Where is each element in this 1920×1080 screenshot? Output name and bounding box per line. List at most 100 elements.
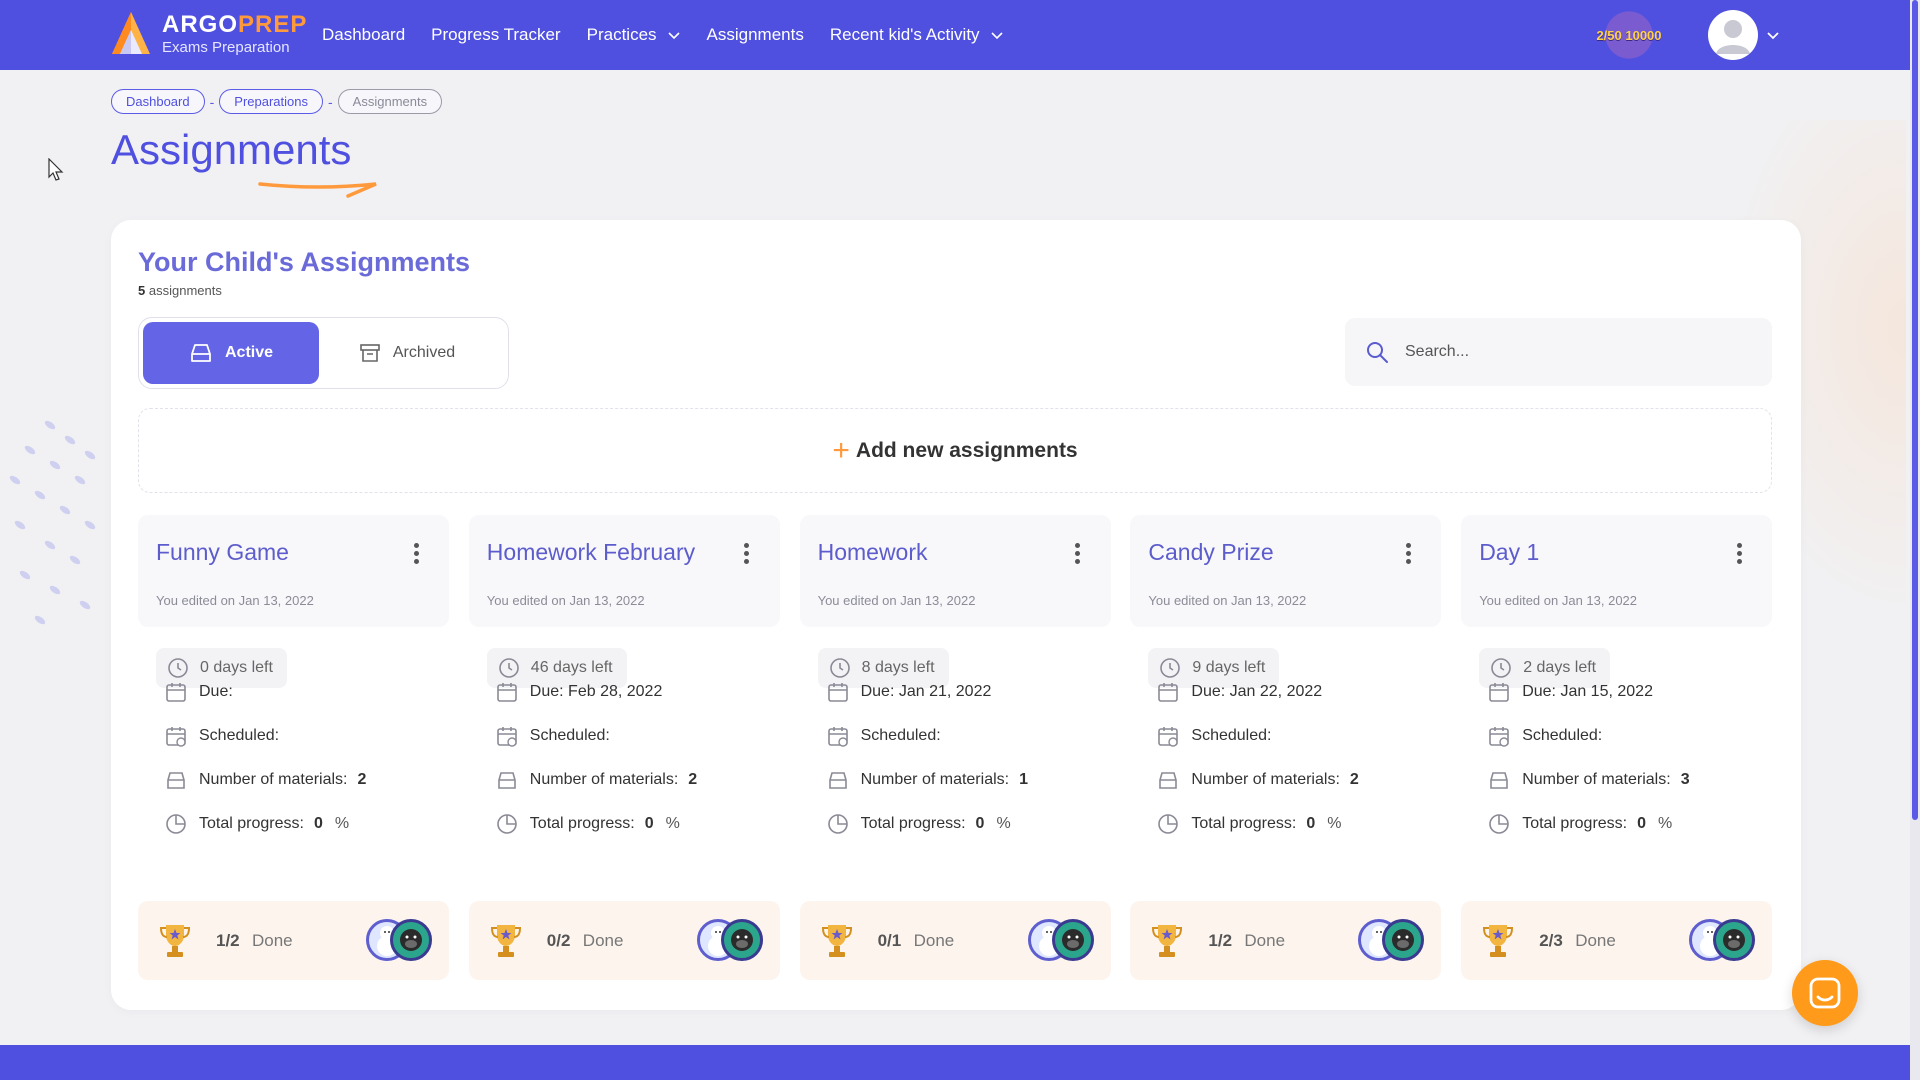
assignment-cards: Funny Game You edited on Jan 13, 2022 0 … <box>138 515 1773 980</box>
student-avatars[interactable] <box>1027 919 1094 963</box>
progress-label: Total progress: <box>1191 815 1297 832</box>
due-label: Due: <box>860 683 895 700</box>
search-icon <box>1367 342 1388 363</box>
calendar-icon <box>496 683 517 702</box>
card-header: Homework You edited on Jan 13, 2022 <box>799 515 1111 627</box>
materials-label: Number of materials: <box>199 771 348 788</box>
assignment-title[interactable]: Day 1 <box>1479 539 1539 566</box>
assignment-tabs: Active Archived <box>138 317 509 389</box>
score-badge[interactable]: 2/50 10000 <box>1590 10 1668 60</box>
nav-dashboard[interactable]: Dashboard <box>322 25 405 45</box>
scheduled-row: Scheduled: <box>1488 725 1607 747</box>
chat-support-button[interactable] <box>1792 960 1858 1026</box>
days-left-text: 8 days left <box>861 659 935 676</box>
progress-row: Total progress: 0% <box>827 813 1011 835</box>
pie-chart-icon <box>1489 814 1509 834</box>
gorilla-avatar-icon <box>400 929 422 951</box>
assignment-title[interactable]: Funny Game <box>156 539 289 566</box>
more-options-icon[interactable] <box>406 541 426 567</box>
scrollbar-thumb[interactable] <box>1912 0 1918 820</box>
more-options-icon[interactable] <box>1729 541 1749 567</box>
edited-date: You edited on Jan 13, 2022 <box>156 593 314 608</box>
assignment-card[interactable]: Candy Prize You edited on Jan 13, 2022 9… <box>1130 515 1442 980</box>
calendar-clock-icon <box>166 727 186 747</box>
materials-row: Number of materials: 1 <box>827 769 1028 791</box>
progress-value: 0 <box>313 815 323 832</box>
student-avatar <box>1051 919 1094 961</box>
student-avatars[interactable] <box>696 919 763 963</box>
clock-icon <box>498 658 519 678</box>
more-options-icon[interactable] <box>737 541 757 567</box>
assignment-title[interactable]: Homework <box>818 539 928 566</box>
card-footer: 0/1 Done <box>799 901 1111 980</box>
trophy-icon <box>1152 925 1183 957</box>
student-avatars[interactable] <box>366 919 432 963</box>
nav-recent-activity[interactable]: Recent kid's Activity <box>830 25 1004 45</box>
due-row: Due: Feb 28, 2022 <box>496 681 662 703</box>
assignment-card[interactable]: Homework You edited on Jan 13, 2022 8 da… <box>799 515 1111 980</box>
tab-archived[interactable]: Archived <box>319 322 495 384</box>
nav-progress-tracker[interactable]: Progress Tracker <box>431 25 560 45</box>
search-input[interactable] <box>1405 343 1745 361</box>
pie-chart-icon <box>166 814 186 834</box>
assignment-card[interactable]: Day 1 You edited on Jan 13, 2022 2 days … <box>1461 515 1773 980</box>
calendar-icon <box>1489 683 1509 702</box>
breadcrumb-dashboard[interactable]: Dashboard <box>111 89 205 114</box>
progress-value: 0 <box>644 815 654 832</box>
materials-row: Number of materials: 2 <box>496 769 697 791</box>
main-nav: Dashboard Progress Tracker Practices Ass… <box>322 0 1030 70</box>
done-label: Done <box>913 931 955 950</box>
days-left-text: 9 days left <box>1192 659 1266 676</box>
user-avatar[interactable] <box>1708 10 1758 60</box>
progress-value: 0 <box>1637 815 1647 832</box>
clock-icon <box>829 658 850 678</box>
inbox-icon <box>191 344 211 362</box>
argoprep-logo[interactable]: ARGOPREP Exams Preparation <box>110 8 310 60</box>
top-navigation-bar: ARGOPREP Exams Preparation Dashboard Pro… <box>0 0 1910 70</box>
trophy-icon <box>159 925 191 957</box>
materials-label: Number of materials: <box>1522 771 1671 788</box>
assignment-title[interactable]: Homework February <box>487 539 695 566</box>
clock-icon <box>168 658 188 678</box>
scheduled-row: Scheduled: <box>165 725 284 747</box>
nav-assignments[interactable]: Assignments <box>707 25 804 45</box>
assignment-card[interactable]: Homework February You edited on Jan 13, … <box>468 515 780 980</box>
materials-row: Number of materials: 2 <box>1157 769 1359 791</box>
assignment-title[interactable]: Candy Prize <box>1148 539 1273 566</box>
calendar-icon <box>827 683 848 702</box>
title-underline-swoosh <box>258 182 377 198</box>
progress-row: Total progress: 0% <box>496 813 680 835</box>
edited-date: You edited on Jan 13, 2022 <box>1479 593 1638 608</box>
materials-row: Number of materials: 3 <box>1488 769 1690 791</box>
more-options-icon[interactable] <box>1398 541 1418 567</box>
card-footer: 1/2 Done <box>1130 901 1442 980</box>
pie-chart-icon <box>827 814 848 834</box>
clock-icon <box>1160 658 1181 678</box>
user-icon <box>1716 20 1750 54</box>
materials-count: 2 <box>357 771 367 788</box>
trophy-icon <box>821 925 852 957</box>
due-row: Due: Jan 15, 2022 <box>1488 681 1653 703</box>
pie-chart-icon <box>1158 814 1179 834</box>
materials-icon <box>1159 772 1178 789</box>
scheduled-row: Scheduled: <box>827 725 946 747</box>
tab-active[interactable]: Active <box>143 322 319 384</box>
chevron-down-icon[interactable] <box>1766 28 1780 42</box>
calendar-icon <box>1158 683 1179 702</box>
progress-label: Total progress: <box>199 815 304 832</box>
student-avatars[interactable] <box>1358 919 1425 963</box>
student-avatars[interactable] <box>1689 919 1756 963</box>
due-date: Jan 15, 2022 <box>1560 683 1653 700</box>
scheduled-label: Scheduled: <box>1191 727 1272 744</box>
breadcrumb-assignments: Assignments <box>337 89 443 114</box>
student-avatar <box>720 919 763 961</box>
nav-practices[interactable]: Practices <box>587 25 681 45</box>
breadcrumb-preparations[interactable]: Preparations <box>219 89 323 114</box>
materials-row: Number of materials: 2 <box>165 769 366 791</box>
progress-row: Total progress: 0% <box>1488 813 1672 835</box>
assignment-card[interactable]: Funny Game You edited on Jan 13, 2022 0 … <box>138 515 449 980</box>
search-box <box>1345 318 1772 386</box>
add-new-assignments-button[interactable]: + Add new assignments <box>138 408 1772 493</box>
gorilla-avatar-icon <box>1392 929 1415 951</box>
more-options-icon[interactable] <box>1068 541 1088 567</box>
